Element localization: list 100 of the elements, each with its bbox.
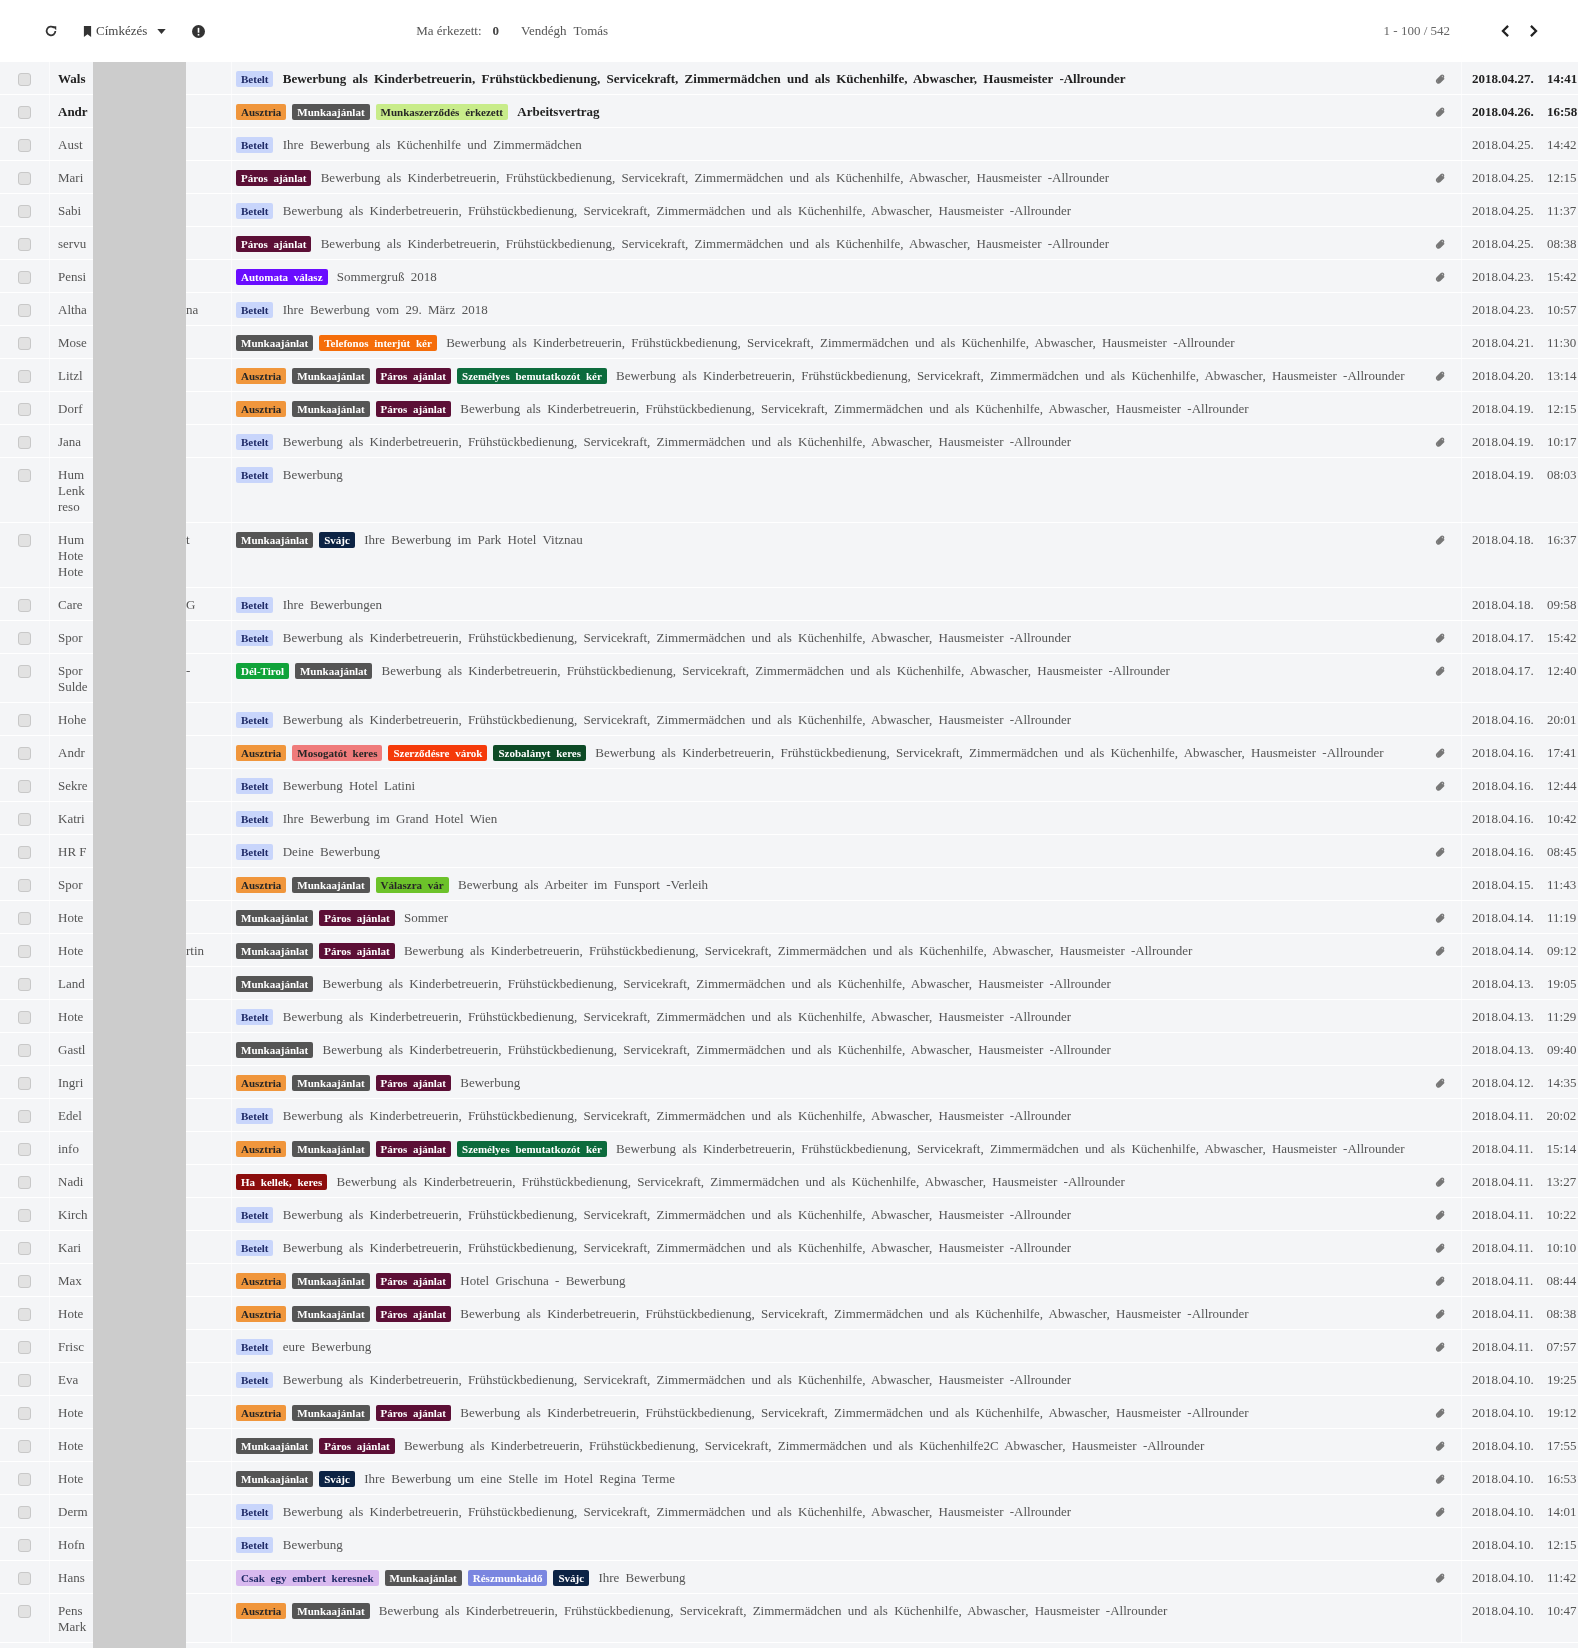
message-row[interactable]: Land Munkaajánlat Bewerbung als Kinderbetreuerin, Frühstückbedienung, Servicekraft, Zimmermädchen und als Küchenhilfe, Abwascher, Hausmeister -Allrounder 2018.04.13. 19:05 [0,967,1578,1000]
checkbox[interactable] [18,1374,31,1387]
checkbox[interactable] [18,945,31,958]
checkbox[interactable] [18,780,31,793]
checkbox[interactable] [18,1605,31,1618]
checkbox[interactable] [18,172,31,185]
checkbox[interactable] [18,599,31,612]
checkbox[interactable] [18,978,31,991]
message-row[interactable]: Altha na Betelt Ihre Bewerbung vom 29. März 2018 2018.04.23. 10:57 [0,293,1578,326]
message-row[interactable]: Hote Betelt Bewerbung als Kinderbetreuerin, Frühstückbedienung, Servicekraft, Zimmermädchen und als Küchenhilfe, Abwascher, Hausmeister -Allrounder 2018.04.13. 11:29 [0,1000,1578,1033]
message-row[interactable]: Hote Ausztria Munkaajánlat Páros ajánlat Bewerbung als Kinderbetreuerin, Frühstückbedienung, Servicekraft, Zimmermädchen und als Küchenhilfe, Abwascher, Hausmeister -Allrounder 2018.04.10. 19:12 [0,1396,1578,1429]
checkbox[interactable] [18,106,31,119]
checkbox[interactable] [18,1044,31,1057]
message-row[interactable]: Aust Betelt Ihre Bewerbung als Küchenhilfe und Zimmermädchen 2018.04.25. 14:42 [0,128,1578,161]
message-row[interactable]: Hote Munkaajánlat Páros ajánlat Bewerbung als Kinderbetreuerin, Frühstückbedienung, Servicekraft, Zimmermädchen und als Küchenhilfe2C Abwascher, Hausmeister -Allrounder 2018.04.10. 17:55 [0,1429,1578,1462]
message-row[interactable]: Pensi Automata válasz Sommergruß 2018 2018.04.23. 15:42 [0,260,1578,293]
checkbox[interactable] [18,912,31,925]
message-row[interactable]: HR F Betelt Deine Bewerbung 2018.04.16. 08:45 [0,835,1578,868]
checkbox[interactable] [18,1275,31,1288]
time-text: 14:01 [1547,1504,1577,1519]
checkbox[interactable] [18,1506,31,1519]
message-row[interactable]: Sekre Betelt Bewerbung Hotel Latini 2018.04.16. 12:44 [0,769,1578,802]
checkbox[interactable] [18,238,31,251]
message-row[interactable]: servu Páros ajánlat Bewerbung als Kinderbetreuerin, Frühstückbedienung, Servicekraft, Zimmermädchen und als Küchenhilfe, Abwascher, Hausmeister -Allrounder 2018.04.25. 08:38 [0,227,1578,260]
message-row[interactable]: Hote Ausztria Munkaajánlat Páros ajánlat Bewerbung als Kinderbetreuerin, Frühstückbedienung, Servicekraft, Zimmermädchen und als Küchenhilfe, Abwascher, Hausmeister -Allrounder 2018.04.11. 08:38 [0,1297,1578,1330]
message-row[interactable]: Pens Mark Ausztria Munkaajánlat Bewerbung als Kinderbetreuerin, Frühstückbedienung, Servicekraft, Zimmermädchen und als Küchenhilfe, Abwascher, Hausmeister -Allrounder 2018.04.10. 10:47 [0,1594,1578,1643]
message-row[interactable]: Nadi Ha kellek, keres Bewerbung als Kinderbetreuerin, Frühstückbedienung, Servicekraft, Zimmermädchen und als Küchenhilfe, Abwascher, Hausmeister -Allrounder 2018.04.11. 13:27 [0,1165,1578,1198]
refresh-icon[interactable] [44,24,58,38]
checkbox[interactable] [18,1143,31,1156]
checkbox[interactable] [18,714,31,727]
message-row[interactable]: Mari Páros ajánlat Bewerbung als Kinderbetreuerin, Frühstückbedienung, Servicekraft, Zimmermädchen und als Küchenhilfe, Abwascher, Hausmeister -Allrounder 2018.04.25. 12:15 [0,161,1578,194]
label-menu-button[interactable]: Címkézés [83,23,167,39]
checkbox[interactable] [18,403,31,416]
checkbox[interactable] [18,1077,31,1090]
message-row[interactable]: Max Ausztria Munkaajánlat Páros ajánlat Hotel Grischuna - Bewerbung 2018.04.11. 08:44 [0,1264,1578,1297]
checkbox[interactable] [18,205,31,218]
checkbox[interactable] [18,1341,31,1354]
checkbox[interactable] [18,1110,31,1123]
checkbox[interactable] [18,337,31,350]
message-row[interactable] [0,1132,1578,1165]
message-row[interactable]: Wals Betelt Bewerbung als Kinderbetreuerin, Frühstückbedienung, Servicekraft, Zimmermädchen und als Küchenhilfe, Abwascher, Hausmeister -Allrounder 2018.04.27. 14:41 [0,62,1578,95]
message-row[interactable]: Katri Betelt Ihre Bewerbung im Grand Hotel Wien 2018.04.16. 10:42 [0,802,1578,835]
checkbox[interactable] [18,1242,31,1255]
message-row[interactable]: Frisc Betelt eure Bewerbung 2018.04.11. 07:57 [0,1330,1578,1363]
checkbox[interactable] [18,1440,31,1453]
checkbox[interactable] [18,1011,31,1024]
chevron-left-icon[interactable] [1501,25,1510,37]
message-row[interactable]: Spor Ausztria Munkaajánlat Válaszra vár Bewerbung als Arbeiter im Funsport -Verleih 2018.04.15. 11:43 [0,868,1578,901]
checkbox[interactable] [18,1539,31,1552]
checkbox[interactable] [18,1473,31,1486]
chevron-right-icon[interactable] [1529,25,1538,37]
checkbox[interactable] [18,436,31,449]
message-row[interactable]: Hofn Betelt Bewerbung 2018.04.10. 12:15 [0,1528,1578,1561]
message-row[interactable]: Kirch Betelt Bewerbung als Kinderbetreuerin, Frühstückbedienung, Servicekraft, Zimmermädchen und als Küchenhilfe, Abwascher, Hausmeister -Allrounder 2018.04.11. 10:22 [0,1198,1578,1231]
checkbox[interactable] [18,1176,31,1189]
sender-name: Edel [58,1108,82,1123]
subject-text: eure Bewerbung [282,1339,372,1354]
checkbox[interactable] [18,139,31,152]
checkbox[interactable] [18,879,31,892]
message-row[interactable]: Hans Csak egy embert keresnek Munkaajánlat Részmunkaidő Svájc Ihre Bewerbung 2018.04.10. 11:42 [0,1561,1578,1594]
message-row[interactable]: Edel Betelt Bewerbung als Kinderbetreuerin, Frühstückbedienung, Servicekraft, Zimmermädchen und als Küchenhilfe, Abwascher, Hausmeister -Allrounder 2018.04.11. 20:02 [0,1099,1578,1132]
info-icon[interactable] [192,24,206,38]
checkbox[interactable] [18,665,31,678]
message-row[interactable] [0,359,1578,392]
message-row[interactable]: Spor Sulde - Dél-Tirol Munkaajánlat Bewerbung als Kinderbetreuerin, Frühstückbedienung, Servicekraft, Zimmermädchen und als Küchenhilfe, Abwascher, Hausmeister -Allrounder 2018.04.17. 12:40 [0,654,1578,703]
message-row[interactable]: Andr Ausztria Munkaajánlat Munkaszerződés érkezett Arbeitsvertrag 2018.04.26. 16:58 [0,95,1578,128]
checkbox[interactable] [18,632,31,645]
checkbox[interactable] [18,73,31,86]
message-row[interactable]: Jana Betelt Bewerbung als Kinderbetreuerin, Frühstückbedienung, Servicekraft, Zimmermädchen und als Küchenhilfe, Abwascher, Hausmeister -Allrounder 2018.04.19. 10:17 [0,425,1578,458]
message-row[interactable]: Eva Betelt Bewerbung als Kinderbetreuerin, Frühstückbedienung, Servicekraft, Zimmermädchen und als Küchenhilfe, Abwascher, Hausmeister -Allrounder 2018.04.10. 19:25 [0,1363,1578,1396]
message-row[interactable]: Derm Betelt Bewerbung als Kinderbetreuerin, Frühstückbedienung, Servicekraft, Zimmermädchen und als Küchenhilfe, Abwascher, Hausmeister -Allrounder 2018.04.10. 14:01 [0,1495,1578,1528]
checkbox[interactable] [18,1572,31,1585]
message-row[interactable]: Hum Lenk reso Betelt Bewerbung 2018.04.19. 08:03 [0,458,1578,523]
checkbox[interactable] [18,469,31,482]
message-row[interactable]: Gastl Munkaajánlat Bewerbung als Kinderbetreuerin, Frühstückbedienung, Servicekraft, Zimmermädchen und als Küchenhilfe, Abwascher, Hausmeister -Allrounder 2018.04.13. 09:40 [0,1033,1578,1066]
checkbox[interactable] [18,1209,31,1222]
message-row[interactable]: Dorf Ausztria Munkaajánlat Páros ajánlat Bewerbung als Kinderbetreuerin, Frühstückbedienung, Servicekraft, Zimmermädchen und als Küchenhilfe, Abwascher, Hausmeister -Allrounder 2018.04.19. 12:15 [0,392,1578,425]
checkbox[interactable] [18,1308,31,1321]
checkbox[interactable] [18,846,31,859]
checkbox[interactable] [18,747,31,760]
message-row[interactable] [0,736,1578,769]
message-row[interactable]: Spor Betelt Bewerbung als Kinderbetreuerin, Frühstückbedienung, Servicekraft, Zimmermädchen und als Küchenhilfe, Abwascher, Hausmeister -Allrounder 2018.04.17. 15:42 [0,621,1578,654]
message-row[interactable]: Hote rtin Munkaajánlat Páros ajánlat Bewerbung als Kinderbetreuerin, Frühstückbedienung, Servicekraft, Zimmermädchen und als Küchenhilfe, Abwascher, Hausmeister -Allrounder 2018.04.14. 09:12 [0,934,1578,967]
checkbox[interactable] [18,813,31,826]
message-row[interactable]: Kari Betelt Bewerbung als Kinderbetreuerin, Frühstückbedienung, Servicekraft, Zimmermädchen und als Küchenhilfe, Abwascher, Hausmeister -Allrounder 2018.04.11. 10:10 [0,1231,1578,1264]
message-row[interactable]: Hum Hote Hote t Munkaajánlat Svájc Ihre Bewerbung im Park Hotel Vitznau 2018.04.18. 16:37 [0,523,1578,588]
message-row[interactable]: Hote Munkaajánlat Páros ajánlat Sommer 2018.04.14. 11:19 [0,901,1578,934]
message-row[interactable]: Care G Betelt Ihre Bewerbungen 2018.04.18. 09:58 [0,588,1578,621]
message-row[interactable]: Hohe Betelt Bewerbung als Kinderbetreuerin, Frühstückbedienung, Servicekraft, Zimmermädchen und als Küchenhilfe, Abwascher, Hausmeister -Allrounder 2018.04.16. 20:01 [0,703,1578,736]
tag-label: Ausztria [236,1306,287,1322]
checkbox[interactable] [18,304,31,317]
message-row[interactable]: Mose Munkaajánlat Telefonos interjút kér Bewerbung als Kinderbetreuerin, Frühstückbedienung, Servicekraft, Zimmermädchen und als Küchenhilfe, Abwascher, Hausmeister -Allrounder 2018.04.21. 11:30 [0,326,1578,359]
checkbox[interactable] [18,1407,31,1420]
message-row[interactable]: Sabi Betelt Bewerbung als Kinderbetreuerin, Frühstückbedienung, Servicekraft, Zimmermädchen und als Küchenhilfe, Abwascher, Hausmeister -Allrounder 2018.04.25. 11:37 [0,194,1578,227]
message-row[interactable]: Ingri Ausztria Munkaajánlat Páros ajánlat Bewerbung 2018.04.12. 14:35 [0,1066,1578,1099]
date-text: 2018.04.11. [1472,1141,1534,1156]
checkbox[interactable] [18,370,31,383]
message-row[interactable]: Hote Munkaajánlat Svájc Ihre Bewerbung um eine Stelle im Hotel Regina Terme 2018.04.10. 16:53 [0,1462,1578,1495]
checkbox[interactable] [18,534,31,547]
checkbox[interactable] [18,271,31,284]
